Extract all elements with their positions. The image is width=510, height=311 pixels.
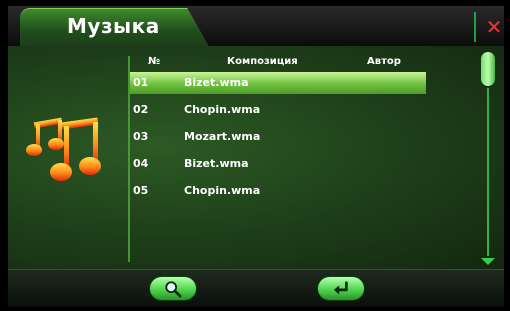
close-icon: ✕ — [485, 15, 503, 39]
scroll-down-arrow-icon[interactable] — [481, 258, 495, 265]
track-number: 02 — [133, 103, 149, 116]
track-row[interactable]: 01 Bizet.wma — [130, 72, 426, 94]
track-row[interactable]: 02 Chopin.wma — [130, 99, 426, 121]
enter-back-icon — [333, 280, 348, 294]
scrollbar-track[interactable] — [487, 88, 489, 256]
page-title: Музыка — [67, 14, 160, 38]
back-enter-button[interactable] — [317, 276, 365, 301]
column-header-number: № — [148, 56, 161, 67]
track-number: 03 — [133, 130, 149, 143]
track-title: Chopin.wma — [184, 103, 261, 116]
track-number: 01 — [133, 76, 149, 89]
track-number: 04 — [133, 157, 149, 170]
track-title: Bizet.wma — [184, 76, 249, 89]
track-row[interactable]: 05 Chopin.wma — [130, 180, 426, 202]
track-number: 05 — [133, 184, 149, 197]
track-title: Bizet.wma — [184, 157, 249, 170]
search-button[interactable] — [149, 276, 197, 301]
column-header-composition: Композиция — [227, 56, 298, 67]
track-row[interactable]: 04 Bizet.wma — [130, 153, 426, 175]
music-notes-icon — [26, 112, 106, 184]
music-player-screen: Музыка ✕ № Композиция Автор 01 Bizet.wma… — [0, 0, 510, 311]
track-row[interactable]: 03 Mozart.wma — [130, 126, 426, 148]
close-separator — [474, 12, 476, 42]
column-header-author: Автор — [367, 56, 401, 67]
search-icon — [165, 280, 182, 298]
track-title: Chopin.wma — [184, 184, 261, 197]
track-title: Mozart.wma — [184, 130, 261, 143]
close-button[interactable]: ✕ — [481, 12, 507, 42]
scrollbar-thumb[interactable] — [481, 52, 495, 86]
bottom-toolbar — [8, 269, 504, 307]
